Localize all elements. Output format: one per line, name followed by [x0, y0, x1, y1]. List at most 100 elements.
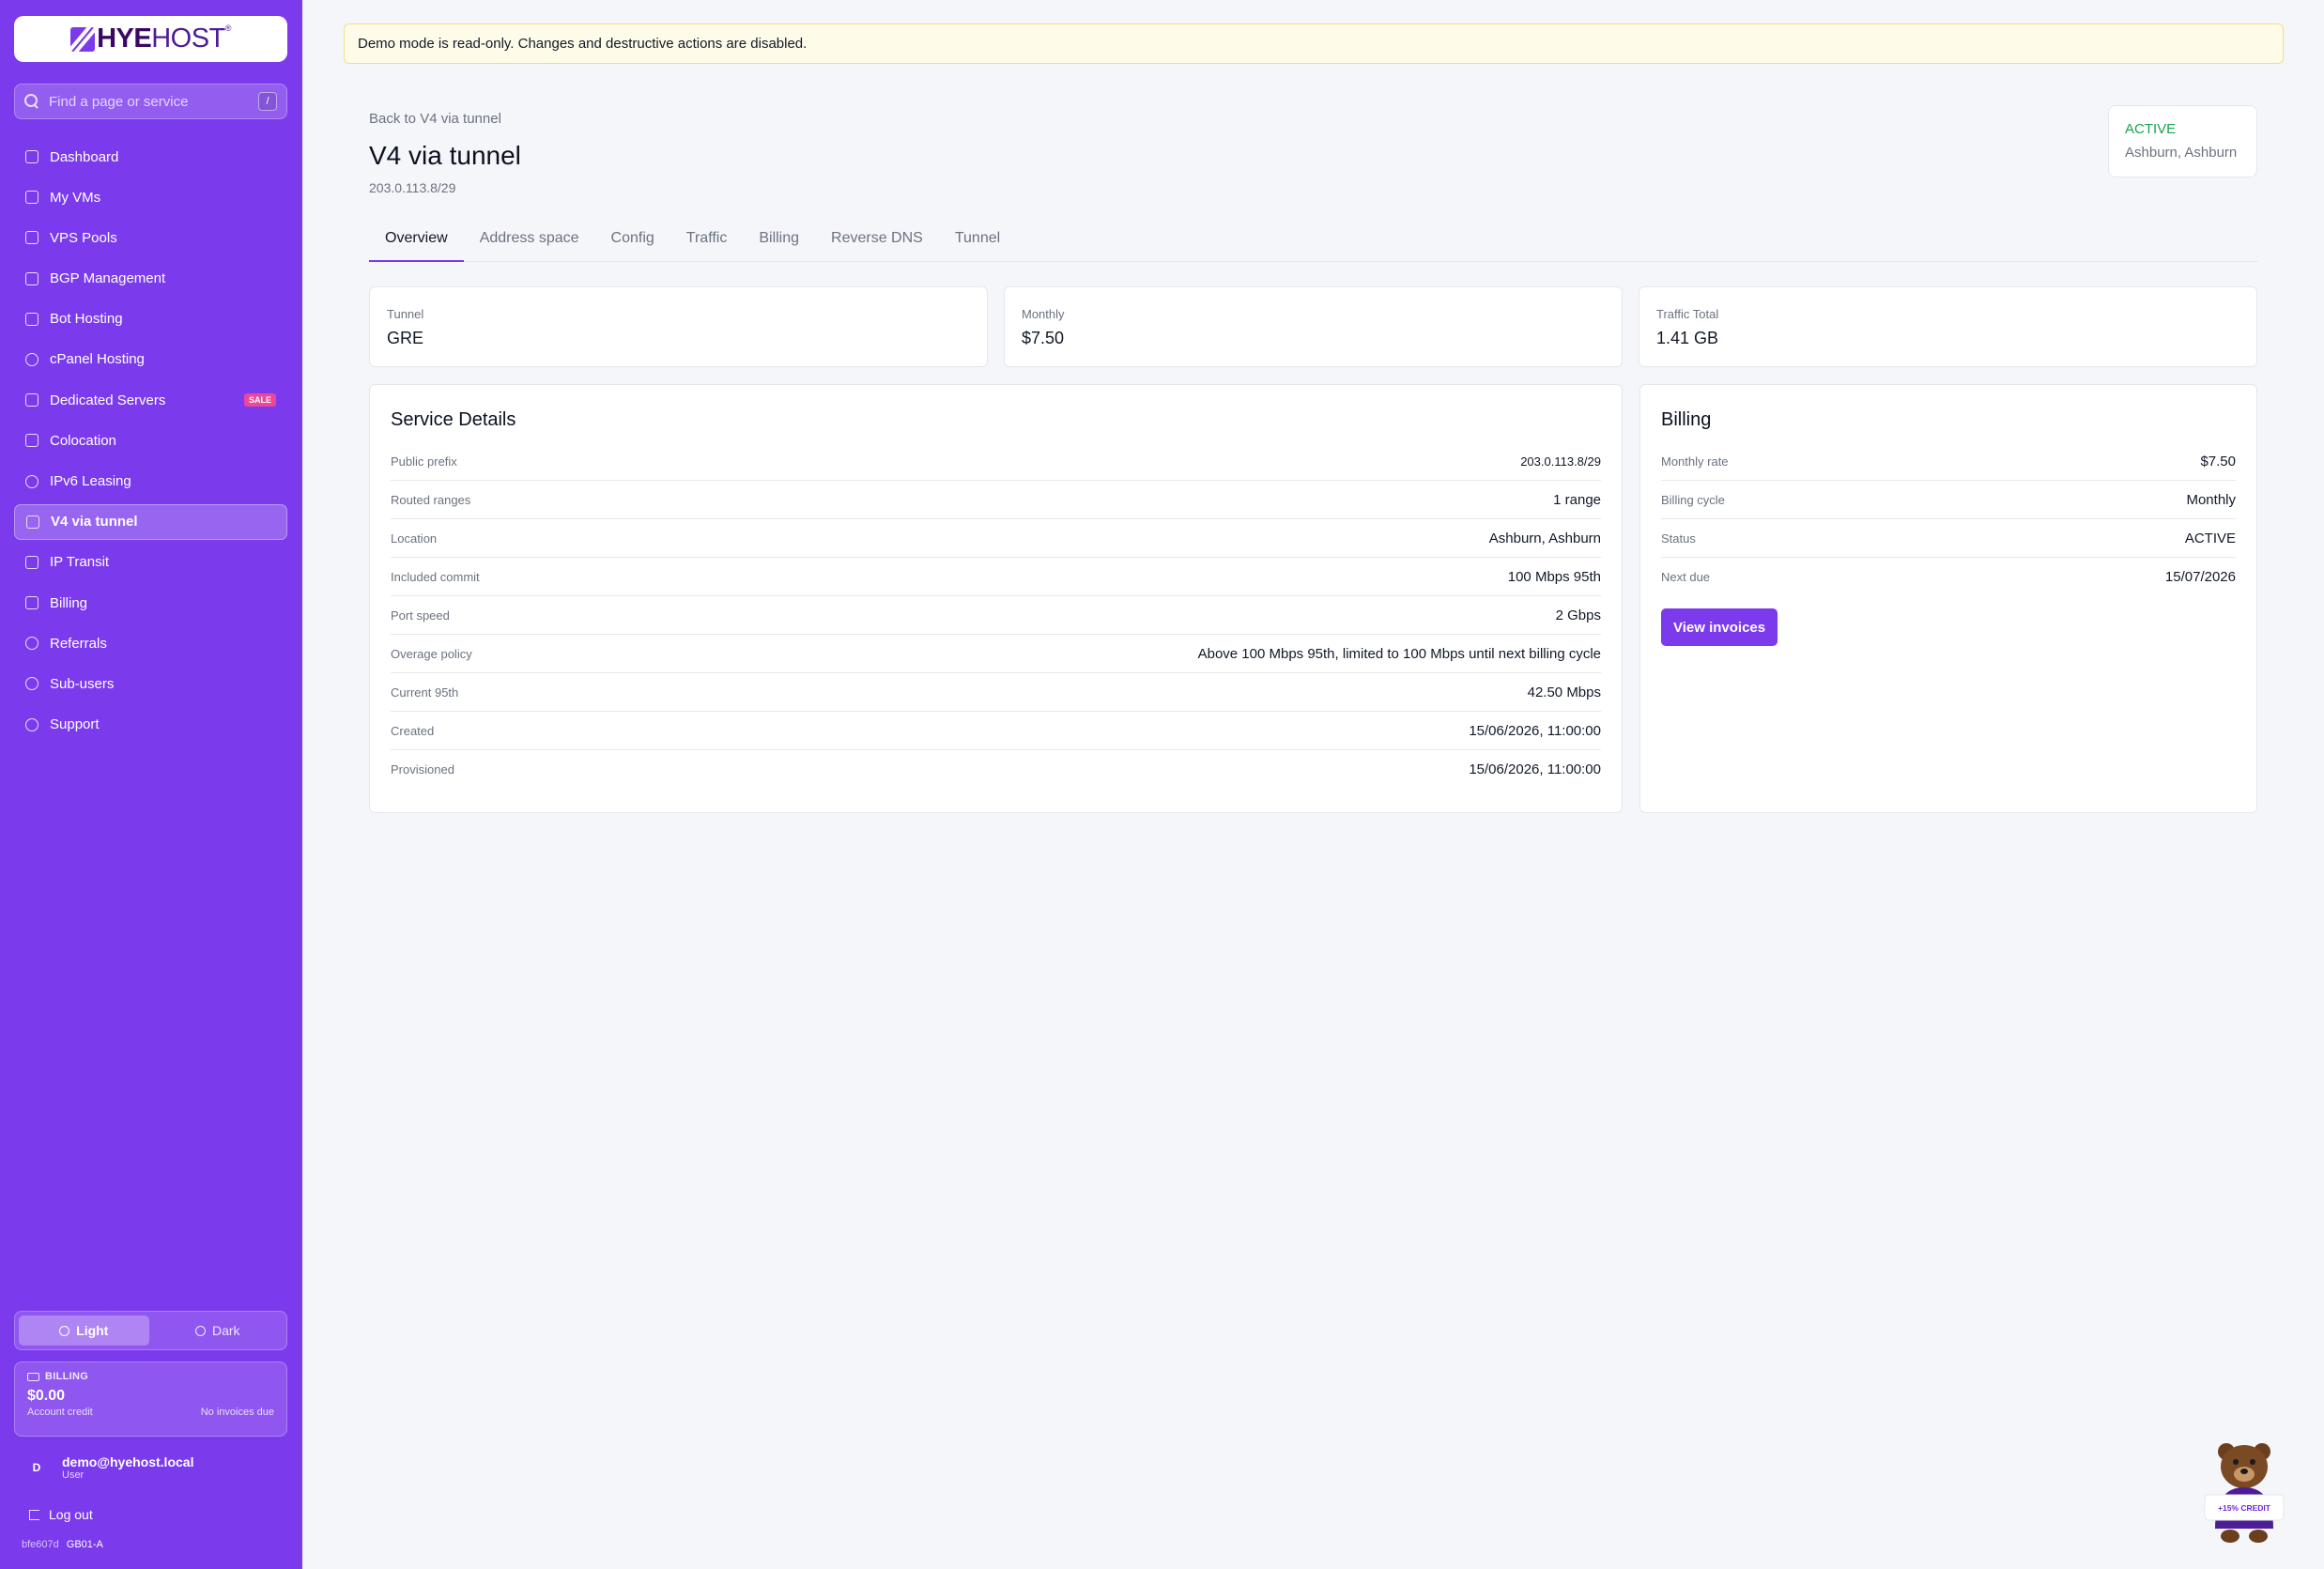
detail-label: Created — [391, 723, 435, 738]
sidebar-item-label: My VMs — [50, 189, 101, 206]
theme-light-button[interactable]: Light — [19, 1315, 149, 1346]
sidebar-item-bot-hosting[interactable]: Bot Hosting — [14, 301, 287, 337]
sidebar-item-bgp-management[interactable]: BGP Management — [14, 261, 287, 297]
user-email: demo@hyehost.local — [62, 1454, 194, 1469]
tab-tunnel[interactable]: Tunnel — [939, 225, 1016, 262]
sidebar-item-colocation[interactable]: Colocation — [14, 423, 287, 458]
sidebar-item-sub-users[interactable]: Sub-users — [14, 666, 287, 701]
users-icon — [25, 677, 38, 691]
detail-row: Created 15/06/2026, 11:00:00 — [391, 712, 1601, 750]
detail-value: $7.50 — [2200, 453, 2236, 469]
receipt-icon — [25, 596, 38, 610]
shortcut-key: / — [258, 92, 277, 111]
sidebar-item-referrals[interactable]: Referrals — [14, 625, 287, 661]
detail-row: Routed ranges 1 range — [391, 481, 1601, 519]
stat-tunnel: Tunnel GRE — [369, 286, 988, 367]
bear-mascot[interactable]: +15% CREDIT — [2202, 1435, 2286, 1544]
detail-value: 203.0.113.8/29 — [1520, 454, 1601, 469]
sidebar-item-label: Dashboard — [50, 148, 119, 165]
detail-row: Included commit 100 Mbps 95th — [391, 558, 1601, 596]
sidebar-item-label: IPv6 Leasing — [50, 473, 131, 489]
sidebar-item-ipv6-leasing[interactable]: IPv6 Leasing — [14, 464, 287, 500]
detail-label: Billing cycle — [1661, 492, 1725, 507]
broadcast-icon — [25, 271, 38, 285]
tab-billing[interactable]: Billing — [743, 225, 815, 262]
user-role: User — [62, 1469, 85, 1481]
detail-value: 15/06/2026, 11:00:00 — [1469, 722, 1601, 739]
sidebar-nav: Dashboard My VMs VPS Pools BGP Management Bo… — [14, 139, 287, 747]
detail-value: ACTIVE — [2184, 530, 2236, 546]
network-icon — [26, 515, 39, 529]
detail-row: Monthly rate $7.50 — [1661, 442, 2236, 481]
bot-icon — [25, 312, 38, 326]
logout-link[interactable]: Log out — [29, 1507, 93, 1522]
billing-title: Billing — [1661, 409, 1712, 430]
detail-value: 15/06/2026, 11:00:00 — [1469, 761, 1601, 777]
detail-value: Ashburn, Ashburn — [1488, 530, 1601, 546]
tab-config[interactable]: Config — [595, 225, 670, 262]
account-credit-label: Account credit — [27, 1407, 93, 1418]
mascot-foot-right — [2249, 1530, 2268, 1543]
tab-address-space[interactable]: Address space — [464, 225, 595, 262]
sidebar-item-vps-pools[interactable]: VPS Pools — [14, 220, 287, 255]
detail-label: Location — [391, 531, 438, 546]
detail-row: Status ACTIVE — [1661, 519, 2236, 558]
sidebar-item-label: Support — [50, 716, 100, 733]
logo-mark-icon — [70, 26, 96, 52]
detail-value: Monthly — [2186, 491, 2236, 508]
tab-overview[interactable]: Overview — [369, 225, 464, 262]
detail-row: Public prefix 203.0.113.8/29 — [391, 442, 1601, 481]
sidebar-item-label: Dedicated Servers — [50, 392, 166, 408]
detail-label: Port speed — [391, 608, 450, 623]
billing-summary-card[interactable]: BILLING $0.00 Account credit No invoices… — [14, 1361, 287, 1437]
billing-list: Monthly rate $7.50 Billing cycle Monthly Sta… — [1661, 442, 2236, 596]
detail-row: Port speed 2 Gbps — [391, 596, 1601, 635]
sidebar-item-label: Referrals — [50, 635, 107, 652]
theme-dark-button[interactable]: Dark — [153, 1315, 284, 1346]
tab-reverse-dns[interactable]: Reverse DNS — [815, 225, 939, 262]
mascot-sign-text: +15% CREDIT — [2218, 1503, 2271, 1513]
user-profile[interactable]: D demo@hyehost.local User — [14, 1449, 287, 1486]
tab-traffic[interactable]: Traffic — [670, 225, 744, 262]
sidebar-item-label: Sub-users — [50, 675, 115, 692]
view-invoices-button[interactable]: View invoices — [1661, 608, 1778, 646]
detail-label: Included commit — [391, 569, 480, 584]
sidebar-item-billing[interactable]: Billing — [14, 585, 287, 621]
building-icon — [25, 434, 38, 448]
service-details-title: Service Details — [391, 409, 516, 430]
detail-label: Public prefix — [391, 454, 457, 469]
sidebar-item-v4-via-tunnel[interactable]: V4 via tunnel — [14, 503, 287, 540]
sidebar-item-ip-transit[interactable]: IP Transit — [14, 545, 287, 580]
sidebar-item-dedicated-servers[interactable]: Dedicated Servers SALE — [14, 382, 287, 418]
credit-card-icon — [27, 1372, 39, 1381]
page-subtitle: 203.0.113.8/29 — [369, 180, 456, 195]
detail-row: Billing cycle Monthly — [1661, 481, 2236, 519]
service-details-card: Service Details Public prefix 203.0.113.8… — [369, 384, 1623, 813]
logout-icon — [29, 1509, 39, 1520]
brand-logo[interactable]: HYEHOST® — [14, 16, 287, 62]
detail-label: Status — [1661, 531, 1696, 546]
tab-bar: Overview Address space Config Traffic Billin… — [369, 225, 2257, 262]
sidebar-item-label: VPS Pools — [50, 229, 117, 246]
detail-row: Provisioned 15/06/2026, 11:00:00 — [391, 750, 1601, 789]
search-input[interactable] — [49, 93, 258, 110]
sidebar-item-label: Bot Hosting — [50, 311, 123, 328]
sidebar-item-my-vms[interactable]: My VMs — [14, 179, 287, 215]
sidebar-item-support[interactable]: Support — [14, 707, 287, 743]
stat-monthly: Monthly $7.50 — [1004, 286, 1623, 367]
sidebar-item-cpanel-hosting[interactable]: cPanel Hosting — [14, 342, 287, 377]
avatar: D — [32, 1461, 41, 1474]
sidebar-item-label: IP Transit — [50, 554, 110, 571]
sidebar-item-dashboard[interactable]: Dashboard — [14, 139, 287, 175]
sidebar-item-label: V4 via tunnel — [51, 514, 138, 531]
search-box[interactable]: / — [14, 84, 287, 119]
sidebar-item-label: cPanel Hosting — [50, 351, 145, 368]
back-link[interactable]: Back to V4 via tunnel — [369, 111, 501, 127]
build-info: bfe607d GB01-A — [22, 1539, 103, 1550]
page-title: V4 via tunnel — [369, 141, 521, 170]
gift-icon — [25, 637, 38, 651]
detail-label: Monthly rate — [1661, 454, 1729, 469]
logo-text: HYEHOST® — [97, 23, 231, 54]
detail-value: 42.50 Mbps — [1527, 684, 1601, 700]
moon-icon — [194, 1325, 206, 1336]
